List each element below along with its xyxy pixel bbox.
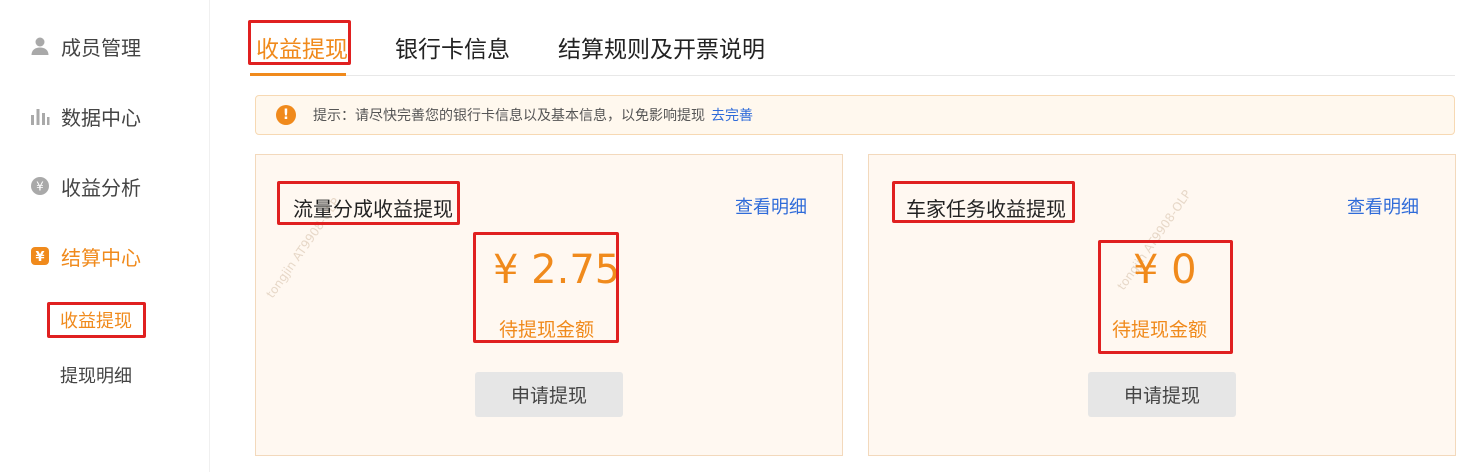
yen-circle-icon: ¥ [30,176,50,196]
sidebar-subitem-withdraw-details[interactable]: 提现明细 [60,362,132,388]
car-task-revenue-card: tongjin AT9908-OLP 车家任务收益提现 查看明细 ¥ 0 待提现… [868,154,1456,456]
sidebar-item-label: 数据中心 [61,105,141,130]
bar-chart-icon [30,106,50,126]
sidebar: 成员管理 数据中心 ¥ 收益分析 ¥ 结算中心 收益提现 提现明细 [0,0,210,472]
sidebar-item-label: 结算中心 [61,245,141,270]
traffic-revenue-card: tongjin AT9908-OLP 流量分成收益提现 查看明细 ¥ 2.75 … [255,154,843,456]
tab-bar: 收益提现 银行卡信息 结算规则及开票说明 [250,26,1455,76]
card-title: 流量分成收益提现 [293,197,453,221]
apply-withdraw-button[interactable]: 申请提现 [1088,372,1236,417]
pending-amount-label: 待提现金额 [1112,319,1208,341]
warning-icon: ! [276,105,296,125]
pending-amount-label: 待提现金额 [499,319,595,341]
tab-settlement-rules[interactable]: 结算规则及开票说明 [558,30,765,64]
user-icon [30,36,50,56]
tab-bank-card-info[interactable]: 银行卡信息 [395,30,510,64]
notice-banner: ! 提示：请尽快完善您的银行卡信息以及基本信息，以免影响提现 去完善 [255,95,1455,135]
sidebar-item-settlement-center[interactable]: ¥ 结算中心 [30,241,141,271]
sidebar-item-revenue-analysis[interactable]: ¥ 收益分析 [30,171,141,201]
sidebar-item-members[interactable]: 成员管理 [30,31,141,61]
active-tab-indicator [250,73,346,76]
pending-amount: ¥ 0 [1133,247,1197,293]
sidebar-item-label: 成员管理 [61,35,141,60]
tab-revenue-withdraw[interactable]: 收益提现 [256,30,348,64]
svg-text:¥: ¥ [36,180,44,194]
view-details-link[interactable]: 查看明细 [735,193,807,219]
sidebar-item-label: 收益分析 [61,175,141,200]
sidebar-item-data-center[interactable]: 数据中心 [30,101,141,131]
yen-square-icon: ¥ [30,246,50,266]
sidebar-subitem-revenue-withdraw[interactable]: 收益提现 [60,307,132,333]
card-title: 车家任务收益提现 [906,197,1066,221]
svg-text:¥: ¥ [35,250,44,265]
complete-info-link[interactable]: 去完善 [711,105,753,125]
notice-text: 提示：请尽快完善您的银行卡信息以及基本信息，以免影响提现 [313,108,705,124]
apply-withdraw-button[interactable]: 申请提现 [475,372,623,417]
page: 成员管理 数据中心 ¥ 收益分析 ¥ 结算中心 收益提现 提现明细 收益提现 银… [0,0,1472,472]
pending-amount: ¥ 2.75 [493,247,621,293]
view-details-link[interactable]: 查看明细 [1347,193,1419,219]
